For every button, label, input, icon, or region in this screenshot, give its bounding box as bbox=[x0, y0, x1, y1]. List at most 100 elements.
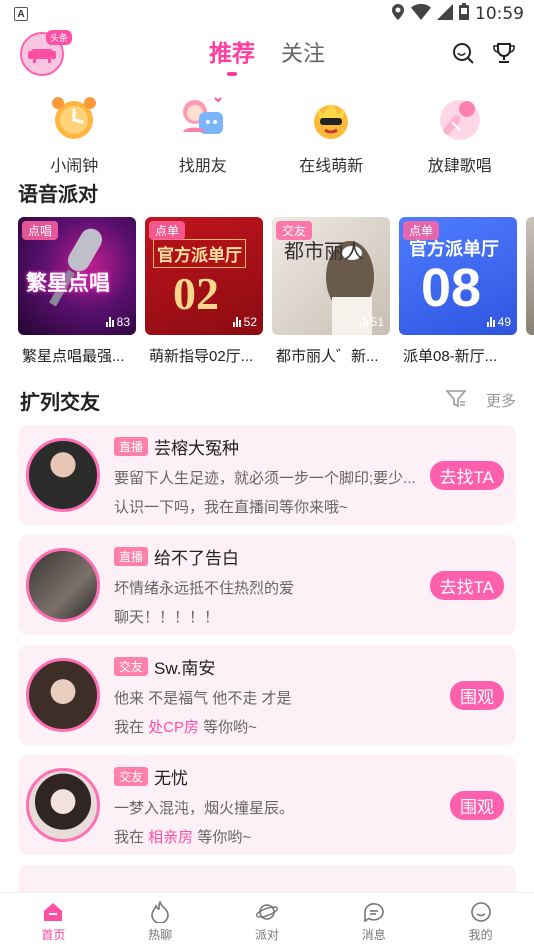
status-time: 10:59 bbox=[475, 4, 524, 24]
friend-card[interactable]: 交友 无忧 一梦入混沌，烟火撞星辰。 我在 相亲房 等你哟~ 围观 bbox=[18, 755, 516, 855]
volume-bars-icon bbox=[105, 317, 114, 327]
top-tabs: 推荐 关注 bbox=[209, 34, 325, 74]
party-card[interactable]: 繁星点唱 点唱 83 繁星点唱最强... bbox=[18, 217, 136, 366]
party-count: 52 bbox=[232, 315, 257, 329]
party-name: 都市丽人゛新... bbox=[276, 348, 379, 365]
watch-button[interactable]: 围观 bbox=[450, 681, 504, 710]
nav-profile[interactable]: 我的 bbox=[451, 900, 511, 943]
friends-title: 扩列交友 bbox=[20, 392, 100, 414]
avatar[interactable] bbox=[26, 658, 100, 732]
nav-hot-chat-label: 热聊 bbox=[148, 928, 173, 942]
nav-home[interactable]: 首页 bbox=[23, 900, 83, 943]
friend-status: 我在 处CP房 等你哟~ bbox=[114, 718, 257, 736]
status-bar: A 10:59 bbox=[0, 0, 534, 28]
party-tag: 点单 bbox=[403, 221, 440, 240]
filter-icon[interactable] bbox=[445, 389, 467, 412]
friend-name: 无忧 bbox=[154, 768, 189, 788]
party-name: 派单08-新厅... bbox=[403, 348, 498, 365]
message-icon bbox=[363, 900, 385, 924]
party-cover-number: 08 bbox=[421, 258, 482, 318]
signal-icon bbox=[437, 3, 453, 25]
voice-party-row: 繁星点唱 点唱 83 繁星点唱最强... 官方派单厅 02 点单 52 萌新指导… bbox=[0, 207, 534, 366]
party-card[interactable]: 官方派单厅 08 点单 49 派单08-新厅... bbox=[399, 217, 517, 366]
volume-bars-icon bbox=[359, 317, 368, 327]
party-tag: 点唱 bbox=[22, 221, 59, 240]
friend-tag: 直播 bbox=[114, 436, 149, 456]
search-icon[interactable] bbox=[452, 42, 474, 69]
friend-tag: 直播 bbox=[114, 546, 149, 566]
quick-newbie-label: 在线萌新 bbox=[299, 158, 364, 175]
nav-messages[interactable]: 消息 bbox=[344, 900, 404, 943]
party-cover: 都市丽人 交友 51 bbox=[272, 217, 390, 335]
bottom-nav: 首页 热聊 派对 消息 我的 bbox=[0, 892, 534, 950]
party-card[interactable]: 官方派单厅 02 点单 52 萌新指导02厅... bbox=[145, 217, 263, 366]
quick-entry-row: 小闹钟 找朋友 在线萌新 放肆歌唱 bbox=[0, 80, 534, 180]
quick-find-friends[interactable]: 找朋友 bbox=[153, 92, 253, 180]
nav-home-label: 首页 bbox=[41, 928, 66, 942]
quick-alarm[interactable]: 小闹钟 bbox=[24, 92, 124, 180]
smiley-icon bbox=[470, 900, 492, 924]
tab-follow[interactable]: 关注 bbox=[281, 36, 325, 74]
trophy-icon[interactable] bbox=[492, 42, 516, 69]
wifi-icon bbox=[411, 3, 431, 25]
friend-name: Sw.南安 bbox=[154, 658, 216, 678]
friend-signature: 坏情绪永远抵不住热烈的爱 bbox=[114, 579, 295, 597]
friend-name: 给不了告白 bbox=[154, 548, 240, 568]
avatar[interactable] bbox=[26, 768, 100, 842]
quick-find-friends-label: 找朋友 bbox=[178, 158, 227, 175]
avatar[interactable] bbox=[26, 438, 100, 512]
quick-newbie[interactable]: 在线萌新 bbox=[281, 92, 381, 180]
party-count: 51 bbox=[359, 315, 384, 329]
party-cover: 官方派单厅 08 点单 49 bbox=[399, 217, 517, 335]
app-logo[interactable]: 头条 bbox=[20, 30, 72, 76]
party-card-partial[interactable] bbox=[526, 217, 534, 366]
friend-card[interactable]: 直播 给不了告白 坏情绪永远抵不住热烈的爱 聊天！！！！！ 去找TA bbox=[18, 535, 516, 635]
party-cover-number: 02 bbox=[173, 268, 219, 319]
party-tag: 点单 bbox=[149, 221, 186, 240]
friend-signature: 他来 不是福气 他不走 才是 bbox=[114, 689, 292, 707]
friend-card[interactable]: 交友 Sw.南安 他来 不是福气 他不走 才是 我在 处CP房 等你哟~ 围观 bbox=[18, 645, 516, 745]
friend-tag: 交友 bbox=[114, 656, 149, 676]
more-link[interactable]: 更多 bbox=[486, 390, 516, 411]
party-name: 繁星点唱最强... bbox=[22, 348, 125, 365]
quick-alarm-label: 小闹钟 bbox=[50, 158, 99, 175]
friend-status: 聊天！！！！！ bbox=[114, 608, 220, 626]
watch-button[interactable]: 围观 bbox=[450, 791, 504, 820]
friends-icon bbox=[177, 92, 229, 144]
quick-sing-label: 放肆歌唱 bbox=[427, 158, 492, 175]
friend-card[interactable]: 直播 芸榕大冤种 要留下人生足迹，就必须一步一个脚印;要少... 认识一下吗，我… bbox=[18, 425, 516, 525]
voice-party-title: 语音派对 bbox=[18, 184, 98, 206]
party-card[interactable]: 都市丽人 交友 51 都市丽人゛新... bbox=[272, 217, 390, 366]
friend-status: 我在 相亲房 等你哟~ bbox=[114, 828, 252, 846]
nav-messages-label: 消息 bbox=[361, 928, 386, 942]
find-ta-button[interactable]: 去找TA bbox=[429, 461, 504, 490]
party-name: 萌新指导02厅... bbox=[149, 348, 254, 365]
planet-icon bbox=[255, 900, 279, 924]
party-cover-text: 繁星点唱 bbox=[26, 272, 110, 295]
find-ta-button[interactable]: 去找TA bbox=[429, 571, 504, 600]
party-count: 83 bbox=[105, 315, 130, 329]
friend-signature: 一梦入混沌，烟火撞星辰。 bbox=[114, 799, 295, 817]
nav-party[interactable]: 派对 bbox=[237, 900, 297, 943]
room-link[interactable]: 处CP房 bbox=[148, 719, 199, 736]
party-count: 49 bbox=[486, 315, 511, 329]
flame-icon bbox=[150, 900, 170, 924]
friend-tag: 交友 bbox=[114, 766, 149, 786]
notification-a-icon: A bbox=[14, 7, 28, 21]
battery-icon bbox=[459, 3, 469, 25]
home-icon bbox=[42, 900, 64, 924]
party-cover-text: 官方派单厅 bbox=[153, 239, 246, 268]
party-cover-text: 都市丽人 bbox=[284, 241, 364, 263]
avatar[interactable] bbox=[26, 548, 100, 622]
nav-profile-label: 我的 bbox=[468, 928, 493, 942]
logo-badge: 头条 bbox=[45, 30, 72, 45]
microphone-icon bbox=[434, 92, 486, 144]
room-link[interactable]: 相亲房 bbox=[148, 829, 193, 846]
volume-bars-icon bbox=[232, 317, 241, 327]
nav-party-label: 派对 bbox=[254, 928, 279, 942]
nav-hot-chat[interactable]: 热聊 bbox=[130, 900, 190, 943]
quick-sing[interactable]: 放肆歌唱 bbox=[410, 92, 510, 180]
tab-recommend[interactable]: 推荐 bbox=[209, 34, 255, 74]
party-tag: 交友 bbox=[276, 221, 313, 240]
alarm-clock-icon bbox=[48, 92, 100, 144]
